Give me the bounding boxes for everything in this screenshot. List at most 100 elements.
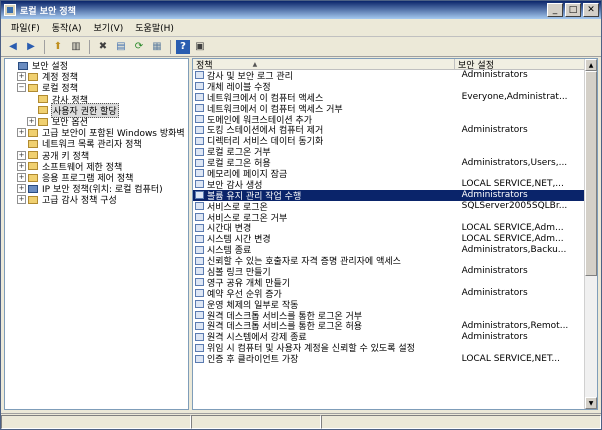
policy-icon (195, 278, 204, 287)
scroll-down-icon[interactable]: ▼ (585, 397, 597, 409)
policy-icon (195, 125, 204, 134)
column-header-setting[interactable]: 보안 설정 (455, 59, 585, 71)
window-title: 로컬 보안 정책 (20, 6, 76, 17)
minimize-button[interactable]: _ (547, 3, 563, 17)
title-bar[interactable]: 로컬 보안 정책 _ □ ✕ (1, 1, 601, 19)
toolbar: ◀ ▶ ⬆ ▥ ✖ ▤ ⟳ ▦? ▣ (1, 37, 601, 57)
expand-icon[interactable]: + (17, 72, 26, 82)
policy-setting: Administrators (461, 266, 528, 277)
expand-icon[interactable]: + (17, 150, 26, 160)
policy-setting: Administrators (461, 70, 528, 81)
up-folder-icon[interactable]: ⬆ (50, 39, 66, 55)
expand-icon[interactable]: + (17, 173, 26, 182)
status-bar (1, 413, 601, 429)
show-hide-tree-icon[interactable]: ▥ (68, 39, 84, 55)
expand-icon[interactable]: + (17, 128, 26, 138)
help-icon[interactable]: ? (176, 39, 190, 54)
folder-icon (38, 95, 48, 104)
toolbar-separator (44, 39, 45, 54)
folder-icon (28, 195, 38, 204)
menu-file[interactable]: 파일(F) (5, 21, 46, 34)
policy-icon (195, 115, 204, 123)
status-cell-middle (191, 415, 321, 429)
toolbar-separator (170, 39, 171, 54)
policy-icon (195, 180, 204, 189)
refresh-icon[interactable]: ⟳ (131, 39, 147, 55)
tree-item[interactable]: + 고급 감사 정책 구성 (17, 194, 118, 206)
policy-setting: Administrators (461, 288, 528, 299)
folder-icon (28, 162, 38, 171)
policy-row[interactable]: 인증 후 클라이언트 가장 LOCAL SERVICE,NET... (193, 353, 585, 366)
console-icon[interactable]: ▣ (192, 39, 208, 55)
policy-setting: Administrators (461, 190, 528, 201)
menu-help[interactable]: 도움말(H) (129, 21, 180, 34)
scroll-up-icon[interactable]: ▲ (585, 59, 597, 71)
expand-icon[interactable]: + (27, 117, 36, 126)
back-icon[interactable]: ◀ (5, 39, 21, 55)
tree-pane[interactable]: 보안 설정 + 계정 정책 − 로컬 정책 감사 정책 사용자 권한 할당 + 보안 옵션 + 고급… (4, 58, 189, 410)
expand-icon[interactable]: + (17, 161, 26, 171)
policy-list: 감사 및 보안 로그 관리 Administrators 개체 레이블 수정 네트워크… (193, 70, 585, 366)
policy-icon (195, 136, 204, 145)
policy-setting: Everyone,Administrat... (461, 92, 568, 103)
policy-setting: LOCAL SERVICE,NET... (461, 353, 560, 364)
policy-icon (195, 343, 204, 352)
status-cell-right (321, 415, 601, 429)
policy-icon (195, 104, 204, 113)
folder-icon (28, 151, 38, 160)
expand-icon[interactable]: + (17, 195, 26, 205)
policy-icon (195, 321, 204, 330)
policy-setting: Administrators,Users,... (461, 157, 568, 168)
forward-icon[interactable]: ▶ (23, 39, 39, 55)
policy-icon (195, 223, 204, 232)
folder-icon (38, 117, 48, 126)
policy-icon (195, 300, 204, 309)
delete-icon[interactable]: ✖ (95, 39, 111, 55)
policy-setting: Administrators (461, 124, 528, 135)
vertical-scrollbar[interactable]: ▲ ▼ (584, 59, 597, 409)
folder-icon (28, 139, 38, 148)
policy-setting: Administrators,Backu... (461, 244, 567, 255)
policy-icon (195, 213, 204, 222)
policy-icon (195, 245, 204, 254)
policy-icon (195, 234, 204, 243)
policy-icon (195, 191, 204, 200)
menu-action[interactable]: 동작(A) (46, 21, 88, 34)
scroll-thumb[interactable] (585, 71, 597, 276)
policy-setting: Administrators (461, 331, 528, 342)
menu-view[interactable]: 보기(V) (88, 21, 130, 34)
policy-icon (195, 311, 204, 320)
status-cell-left (1, 415, 191, 429)
policy-icon (195, 332, 204, 341)
sort-ascending-icon: ▲ (252, 61, 258, 68)
security-policy-app-icon (4, 4, 16, 16)
expand-icon[interactable]: + (17, 184, 26, 194)
policy-icon (195, 256, 204, 265)
policy-setting: LOCAL SERVICE,NET,... (461, 179, 564, 190)
close-button[interactable]: ✕ (583, 3, 599, 17)
policy-icon (195, 267, 204, 276)
computer-icon (28, 184, 38, 193)
toolbar-separator (89, 39, 90, 54)
collapse-icon[interactable]: − (17, 83, 26, 93)
policy-setting: LOCAL SERVICE,Adm... (461, 222, 564, 233)
policy-icon (195, 93, 204, 102)
folder-icon (28, 128, 38, 137)
policy-setting: LOCAL SERVICE,Adm... (461, 233, 564, 244)
policy-icon (195, 289, 204, 298)
policy-icon (195, 158, 204, 167)
properties-icon[interactable]: ▤ (113, 39, 129, 55)
folder-icon (28, 72, 38, 81)
policy-icon (195, 354, 204, 363)
maximize-button[interactable]: □ (565, 3, 581, 17)
menu-bar: 파일(F) 동작(A) 보기(V) 도움말(H) (1, 19, 601, 37)
policy-icon (195, 202, 204, 211)
policy-setting: Administrators,Remot... (461, 320, 569, 331)
policy-name: 인증 후 클라이언트 가장 (207, 355, 299, 366)
policy-list-pane[interactable]: 정책 ▲ 보안 설정 감사 및 보안 로그 관리 Administrators 개체… (192, 58, 598, 410)
policy-icon (195, 71, 204, 80)
policy-setting: SQLServer2005SQLBr... (461, 201, 568, 212)
policy-icon (195, 169, 204, 178)
folder-icon (28, 83, 38, 92)
export-list-icon[interactable]: ▦ (149, 39, 165, 55)
